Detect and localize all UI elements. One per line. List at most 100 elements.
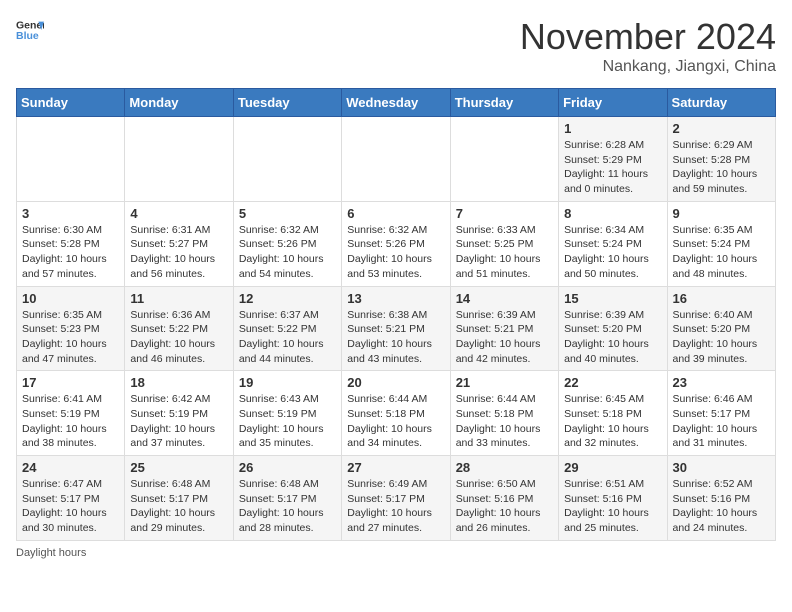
calendar-cell: 6 Sunrise: 6:32 AM Sunset: 5:26 PM Daylig…: [342, 201, 450, 286]
calendar-cell: 23 Sunrise: 6:46 AM Sunset: 5:17 PM Dayli…: [667, 371, 775, 456]
day-number: 20: [347, 375, 444, 390]
day-number: 19: [239, 375, 336, 390]
day-info: Sunrise: 6:36 AM Sunset: 5:22 PM Dayligh…: [130, 308, 227, 367]
day-info: Sunrise: 6:47 AM Sunset: 5:17 PM Dayligh…: [22, 477, 119, 536]
day-number: 26: [239, 460, 336, 475]
calendar-cell: 18Sunrise: 6:42 AM Sunset: 5:19 PM Dayli…: [125, 371, 233, 456]
day-info: Sunrise: 6:34 AM Sunset: 5:24 PM Dayligh…: [564, 223, 661, 282]
day-number: 14: [456, 291, 553, 306]
weekday-header: Saturday: [667, 89, 775, 117]
day-info: Sunrise: 6:40 AM Sunset: 5:20 PM Dayligh…: [673, 308, 770, 367]
weekday-header: Wednesday: [342, 89, 450, 117]
calendar-cell: 7Sunrise: 6:33 AM Sunset: 5:25 PM Daylig…: [450, 201, 558, 286]
day-number: 24: [22, 460, 119, 475]
calendar-cell: 30Sunrise: 6:52 AM Sunset: 5:16 PM Dayli…: [667, 456, 775, 541]
day-info: Sunrise: 6:32 AM Sunset: 5:26 PM Dayligh…: [239, 223, 336, 282]
day-info: Sunrise: 6:42 AM Sunset: 5:19 PM Dayligh…: [130, 392, 227, 451]
day-info: Sunrise: 6:39 AM Sunset: 5:20 PM Dayligh…: [564, 308, 661, 367]
day-number: 13: [347, 291, 444, 306]
day-number: 29: [564, 460, 661, 475]
day-number: 11: [130, 291, 227, 306]
calendar-cell: 24 Sunrise: 6:47 AM Sunset: 5:17 PM Dayli…: [17, 456, 125, 541]
day-number: 3: [22, 206, 119, 221]
day-info: Sunrise: 6:35 AM Sunset: 5:23 PM Dayligh…: [22, 308, 119, 367]
location-title: Nankang, Jiangxi, China: [520, 58, 776, 76]
calendar-cell: [125, 117, 233, 202]
day-number: 30: [673, 460, 770, 475]
weekday-header: Monday: [125, 89, 233, 117]
day-info: Sunrise: 6:37 AM Sunset: 5:22 PM Dayligh…: [239, 308, 336, 367]
day-number: 1: [564, 121, 661, 136]
calendar-cell: 19 Sunrise: 6:43 AM Sunset: 5:19 PM Dayli…: [233, 371, 341, 456]
calendar-cell: 5 Sunrise: 6:32 AM Sunset: 5:26 PM Daylig…: [233, 201, 341, 286]
calendar-week-row: 17 Sunrise: 6:41 AM Sunset: 5:19 PM Dayli…: [17, 371, 776, 456]
day-number: 25: [130, 460, 227, 475]
day-number: 21: [456, 375, 553, 390]
day-info: Sunrise: 6:28 AM Sunset: 5:29 PM Dayligh…: [564, 138, 661, 197]
calendar-cell: 20Sunrise: 6:44 AM Sunset: 5:18 PM Dayli…: [342, 371, 450, 456]
calendar-cell: 28 Sunrise: 6:50 AM Sunset: 5:16 PM Dayli…: [450, 456, 558, 541]
day-number: 8: [564, 206, 661, 221]
logo: General Blue: [16, 16, 44, 44]
day-info: Sunrise: 6:45 AM Sunset: 5:18 PM Dayligh…: [564, 392, 661, 451]
daylight-label: Daylight hours: [16, 547, 86, 559]
day-info: Sunrise: 6:49 AM Sunset: 5:17 PM Dayligh…: [347, 477, 444, 536]
day-number: 27: [347, 460, 444, 475]
day-number: 2: [673, 121, 770, 136]
day-info: Sunrise: 6:44 AM Sunset: 5:18 PM Dayligh…: [456, 392, 553, 451]
day-info: Sunrise: 6:33 AM Sunset: 5:25 PM Dayligh…: [456, 223, 553, 282]
calendar-week-row: 3 Sunrise: 6:30 AM Sunset: 5:28 PM Daylig…: [17, 201, 776, 286]
day-number: 16: [673, 291, 770, 306]
day-number: 10: [22, 291, 119, 306]
calendar-cell: 26 Sunrise: 6:48 AM Sunset: 5:17 PM Dayli…: [233, 456, 341, 541]
calendar-cell: 9 Sunrise: 6:35 AM Sunset: 5:24 PM Daylig…: [667, 201, 775, 286]
day-info: Sunrise: 6:50 AM Sunset: 5:16 PM Dayligh…: [456, 477, 553, 536]
day-info: Sunrise: 6:43 AM Sunset: 5:19 PM Dayligh…: [239, 392, 336, 451]
calendar-cell: 25 Sunrise: 6:48 AM Sunset: 5:17 PM Dayli…: [125, 456, 233, 541]
day-number: 23: [673, 375, 770, 390]
calendar-cell: 17 Sunrise: 6:41 AM Sunset: 5:19 PM Dayli…: [17, 371, 125, 456]
calendar-cell: [17, 117, 125, 202]
day-number: 28: [456, 460, 553, 475]
calendar-cell: 29 Sunrise: 6:51 AM Sunset: 5:16 PM Dayli…: [559, 456, 667, 541]
day-info: Sunrise: 6:48 AM Sunset: 5:17 PM Dayligh…: [239, 477, 336, 536]
calendar-cell: 12 Sunrise: 6:37 AM Sunset: 5:22 PM Dayli…: [233, 286, 341, 371]
day-info: Sunrise: 6:48 AM Sunset: 5:17 PM Dayligh…: [130, 477, 227, 536]
day-number: 12: [239, 291, 336, 306]
day-info: Sunrise: 6:31 AM Sunset: 5:27 PM Dayligh…: [130, 223, 227, 282]
day-info: Sunrise: 6:38 AM Sunset: 5:21 PM Dayligh…: [347, 308, 444, 367]
calendar-cell: 14Sunrise: 6:39 AM Sunset: 5:21 PM Dayli…: [450, 286, 558, 371]
calendar-cell: 10 Sunrise: 6:35 AM Sunset: 5:23 PM Dayli…: [17, 286, 125, 371]
day-number: 17: [22, 375, 119, 390]
day-number: 6: [347, 206, 444, 221]
day-number: 22: [564, 375, 661, 390]
calendar-cell: 13 Sunrise: 6:38 AM Sunset: 5:21 PM Dayli…: [342, 286, 450, 371]
day-number: 4: [130, 206, 227, 221]
calendar-cell: 1 Sunrise: 6:28 AM Sunset: 5:29 PM Daylig…: [559, 117, 667, 202]
calendar-cell: [450, 117, 558, 202]
calendar-week-row: 24 Sunrise: 6:47 AM Sunset: 5:17 PM Dayli…: [17, 456, 776, 541]
title-area: November 2024 Nankang, Jiangxi, China: [520, 16, 776, 76]
day-info: Sunrise: 6:32 AM Sunset: 5:26 PM Dayligh…: [347, 223, 444, 282]
calendar-cell: 8 Sunrise: 6:34 AM Sunset: 5:24 PM Daylig…: [559, 201, 667, 286]
svg-text:Blue: Blue: [16, 30, 39, 42]
calendar-table: SundayMondayTuesdayWednesdayThursdayFrid…: [16, 88, 776, 541]
calendar-cell: 4 Sunrise: 6:31 AM Sunset: 5:27 PM Daylig…: [125, 201, 233, 286]
day-info: Sunrise: 6:51 AM Sunset: 5:16 PM Dayligh…: [564, 477, 661, 536]
day-number: 9: [673, 206, 770, 221]
calendar-cell: 27 Sunrise: 6:49 AM Sunset: 5:17 PM Dayli…: [342, 456, 450, 541]
footer-note: Daylight hours: [16, 547, 776, 559]
day-info: Sunrise: 6:41 AM Sunset: 5:19 PM Dayligh…: [22, 392, 119, 451]
calendar-cell: 16 Sunrise: 6:40 AM Sunset: 5:20 PM Dayli…: [667, 286, 775, 371]
calendar-cell: 21 Sunrise: 6:44 AM Sunset: 5:18 PM Dayli…: [450, 371, 558, 456]
header: General Blue November 2024 Nankang, Jian…: [16, 16, 776, 76]
day-number: 15: [564, 291, 661, 306]
day-number: 5: [239, 206, 336, 221]
day-info: Sunrise: 6:30 AM Sunset: 5:28 PM Dayligh…: [22, 223, 119, 282]
calendar-cell: 11 Sunrise: 6:36 AM Sunset: 5:22 PM Dayli…: [125, 286, 233, 371]
day-info: Sunrise: 6:35 AM Sunset: 5:24 PM Dayligh…: [673, 223, 770, 282]
day-info: Sunrise: 6:29 AM Sunset: 5:28 PM Dayligh…: [673, 138, 770, 197]
calendar-cell: 15 Sunrise: 6:39 AM Sunset: 5:20 PM Dayli…: [559, 286, 667, 371]
day-info: Sunrise: 6:46 AM Sunset: 5:17 PM Dayligh…: [673, 392, 770, 451]
month-title: November 2024: [520, 16, 776, 58]
